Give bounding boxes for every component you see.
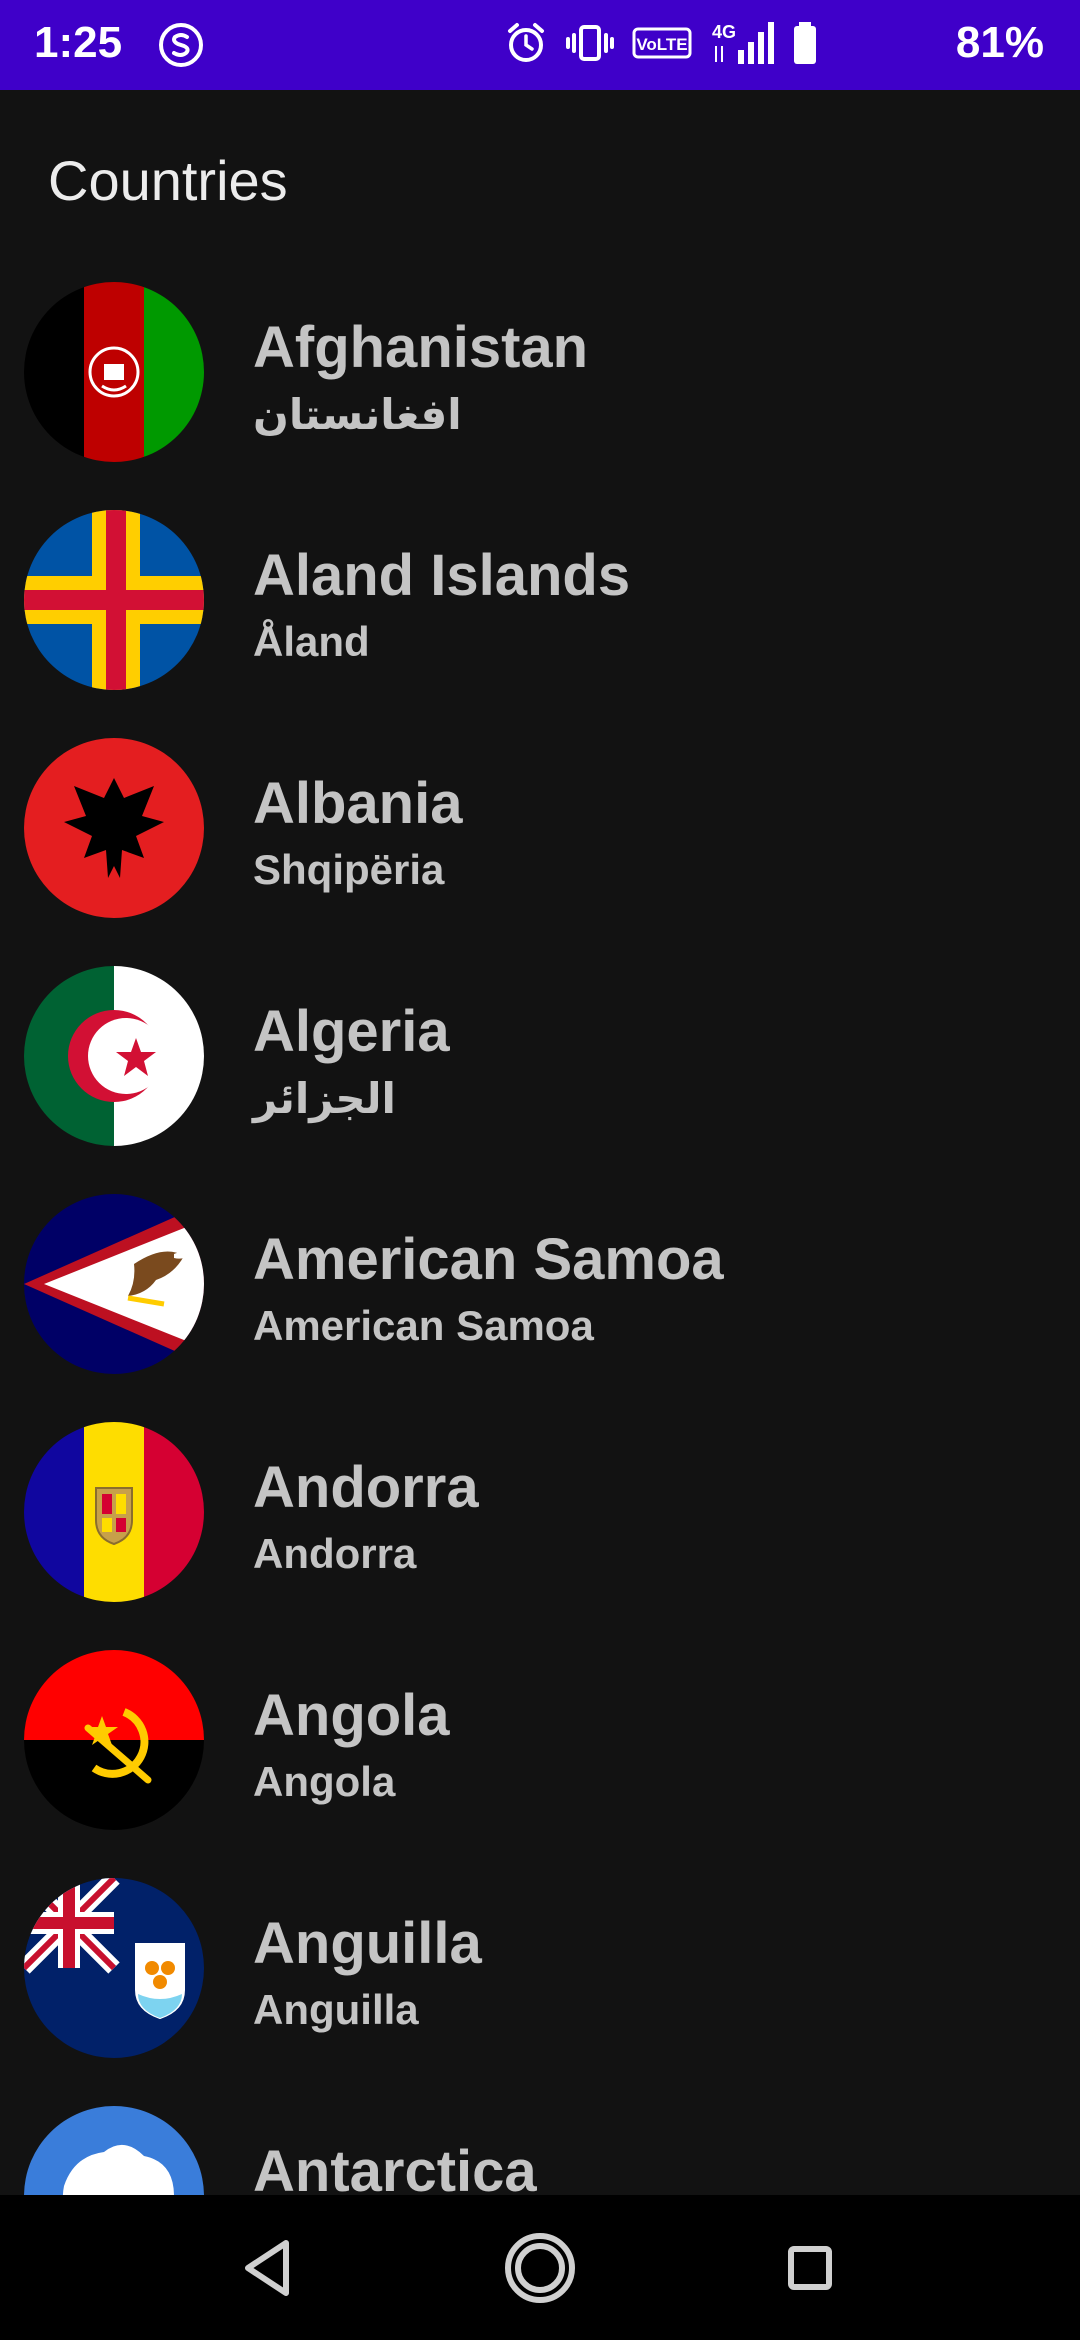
svg-text:4G: 4G [712, 22, 736, 42]
country-name: Anguilla [253, 1911, 482, 1976]
country-name: Aland Islands [253, 543, 631, 608]
list-item[interactable]: Afghanistan افغانستان [0, 262, 1080, 490]
vibrate-icon [566, 21, 614, 70]
albania-flag [24, 738, 204, 918]
home-icon[interactable] [495, 2223, 585, 2313]
andorra-flag [24, 1422, 204, 1602]
list-item[interactable]: American Samoa American Samoa [0, 1174, 1080, 1402]
list-item[interactable]: Antarctica [0, 2086, 1080, 2195]
status-bar: 1:25 VoLTE 4G 81% [0, 0, 1080, 90]
list-item[interactable]: Andorra Andorra [0, 1402, 1080, 1630]
afghanistan-flag [24, 282, 204, 462]
status-icons: VoLTE 4G [504, 20, 818, 70]
country-name: American Samoa [253, 1227, 724, 1292]
recents-icon[interactable] [765, 2223, 855, 2313]
country-native-name: الجزائر [253, 1075, 396, 1122]
status-time: 1:25 [34, 18, 123, 67]
country-name: Antarctica [253, 2139, 537, 2195]
list-item[interactable]: Aland Islands Åland [0, 490, 1080, 718]
signal-icon: 4G [710, 20, 774, 71]
country-name: Algeria [253, 999, 450, 1064]
battery-percent: 81% [955, 18, 1044, 67]
s-app-icon [158, 22, 204, 68]
country-native-name: Andorra [253, 1530, 417, 1577]
country-name: Albania [253, 771, 463, 836]
list-item[interactable]: Anguilla Anguilla [0, 1858, 1080, 2086]
country-name: Angola [253, 1683, 450, 1748]
volte-icon: VoLTE [632, 23, 692, 68]
alarm-icon [504, 21, 548, 70]
country-native-name: American Samoa [253, 1302, 594, 1349]
back-icon[interactable] [222, 2223, 312, 2313]
country-name: Afghanistan [253, 315, 589, 380]
country-native-name: Åland [253, 618, 370, 665]
angola-flag [24, 1650, 204, 1830]
country-native-name: Angola [253, 1758, 396, 1805]
country-native-name: Shqipëria [253, 846, 445, 893]
page-title: Countries [48, 149, 288, 212]
list-item[interactable]: Albania Shqipëria [0, 718, 1080, 946]
aland-flag [24, 510, 204, 690]
list-item[interactable]: Angola Angola [0, 1630, 1080, 1858]
svg-text:VoLTE: VoLTE [636, 35, 687, 54]
country-name: Andorra [253, 1455, 479, 1520]
country-list[interactable]: Afghanistan افغانستان Aland Islands Ålan… [0, 262, 1080, 2195]
american-samoa-flag [24, 1194, 204, 1374]
country-native-name: Anguilla [253, 1986, 419, 2033]
antarctica-flag [24, 2106, 204, 2195]
navigation-bar [0, 2195, 1080, 2340]
list-item[interactable]: Algeria الجزائر [0, 946, 1080, 1174]
battery-icon [792, 20, 818, 71]
country-native-name: افغانستان [253, 391, 462, 438]
algeria-flag [24, 966, 204, 1146]
anguilla-flag [24, 1878, 204, 2058]
